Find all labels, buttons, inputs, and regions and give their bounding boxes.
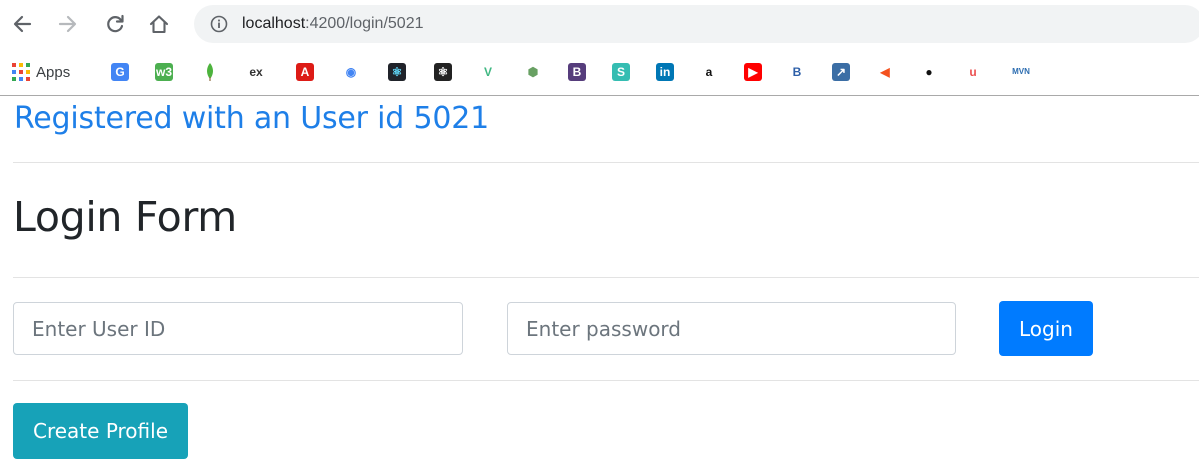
github-icon: ● [920, 63, 938, 81]
reload-button[interactable] [100, 9, 130, 39]
address-bar[interactable]: localhost:4200/login/5021 [194, 5, 1199, 43]
back-button[interactable] [7, 9, 37, 39]
bookmark-youtube[interactable]: ▶ [744, 60, 762, 84]
info-icon[interactable] [210, 15, 228, 33]
create-profile-button[interactable]: Create Profile [13, 403, 188, 459]
udemy-icon: u [964, 63, 982, 81]
forward-button[interactable] [53, 9, 83, 39]
bookmark-react[interactable]: ⚛ [388, 60, 406, 84]
bookmark-google[interactable]: G [111, 60, 129, 84]
semantic-icon: S [612, 63, 630, 81]
vue-icon: V [479, 63, 497, 81]
divider [13, 162, 1199, 163]
bookmark-bookmark-chevron[interactable]: ◀ [876, 60, 894, 84]
bookmark-bookmark-chart[interactable]: ↗ [832, 60, 850, 84]
login-button[interactable]: Login [999, 301, 1093, 356]
bookmark-nodejs[interactable]: ⬢ [524, 60, 542, 84]
youtube-icon: ▶ [744, 63, 762, 81]
google-icon: G [111, 63, 129, 81]
bookmark-amazon[interactable]: a [700, 60, 718, 84]
bookmark-express[interactable]: ex [247, 60, 265, 84]
bootstrap-icon: B [568, 63, 586, 81]
bookmark-mvn[interactable]: MVN [1010, 60, 1032, 84]
bookmarks-bar: Apps Gw3 ex A ◉ ⚛ ⚛ V ⬢ B Sin a ▶ B ↗ ◀ ● u MVN [0, 48, 1199, 96]
chromium-icon: ◉ [342, 63, 360, 81]
apps-shortcut[interactable]: Apps [12, 60, 70, 84]
registration-message: Registered with an User id 5021 [14, 101, 489, 136]
linkedin-icon: in [656, 63, 674, 81]
w3schools-icon: w3 [155, 63, 173, 81]
browser-toolbar: localhost:4200/login/5021 [0, 0, 1199, 48]
bookmark-angular[interactable]: A [296, 60, 314, 84]
divider [13, 380, 1199, 381]
password-input[interactable] [507, 302, 956, 355]
express-icon: ex [247, 63, 265, 81]
home-icon [149, 15, 169, 34]
reload-icon [107, 14, 124, 33]
divider [13, 277, 1199, 278]
bookmark-react-native[interactable]: ⚛ [434, 60, 452, 84]
user-id-input[interactable] [13, 302, 463, 355]
mvn-icon: MVN [1010, 63, 1032, 81]
back-arrow-icon [13, 15, 32, 33]
bookmark-w3schools[interactable]: w3 [155, 60, 173, 84]
forward-arrow-icon [58, 15, 77, 33]
bookmark-bookmark-b[interactable]: B [788, 60, 806, 84]
nodejs-icon: ⬢ [524, 63, 542, 81]
bookmark-chromium[interactable]: ◉ [342, 60, 360, 84]
bookmark-chevron-icon: ◀ [876, 63, 894, 81]
bookmark-linkedin[interactable]: in [656, 60, 674, 84]
bookmark-github[interactable]: ● [920, 60, 938, 84]
react-icon: ⚛ [388, 63, 406, 81]
url-host: localhost [242, 15, 306, 32]
mongodb-icon [201, 63, 219, 81]
bookmark-semantic[interactable]: S [612, 60, 630, 84]
url-path: :4200/login/5021 [305, 15, 424, 32]
bookmark-bootstrap[interactable]: B [568, 60, 586, 84]
bookmark-b-icon: B [788, 63, 806, 81]
bookmark-vue[interactable]: V [479, 60, 497, 84]
angular-icon: A [296, 63, 314, 81]
apps-label: Apps [36, 63, 71, 81]
url-text: localhost:4200/login/5021 [242, 15, 423, 33]
amazon-icon: a [700, 63, 718, 81]
home-button[interactable] [144, 9, 174, 39]
page-title: Login Form [13, 193, 237, 241]
bookmark-chart-icon: ↗ [832, 63, 850, 81]
bookmark-mongodb[interactable] [201, 60, 219, 84]
react-native-icon: ⚛ [434, 63, 452, 81]
bookmark-udemy[interactable]: u [964, 60, 982, 84]
apps-grid-icon [12, 63, 30, 81]
